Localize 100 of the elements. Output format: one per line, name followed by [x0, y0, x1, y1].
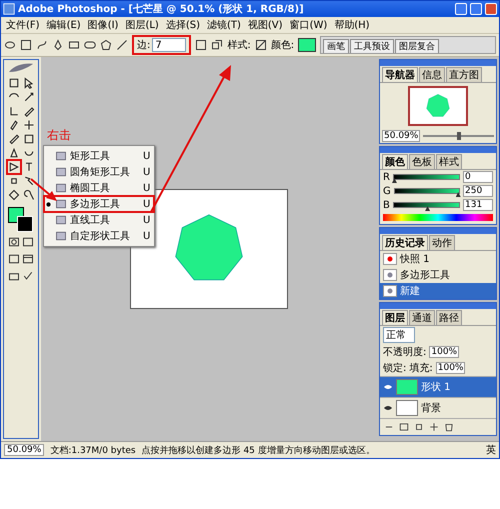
lock-label: 锁定: [383, 362, 406, 375]
menu-item[interactable]: 图像(I) [84, 18, 122, 32]
layer-tool-icon[interactable] [429, 421, 439, 433]
tool-icon[interactable] [22, 119, 34, 131]
color-picker-swatches[interactable] [8, 207, 34, 231]
panel-tab[interactable]: 动作 [429, 235, 455, 250]
pen-icon[interactable] [52, 39, 64, 51]
menu-item[interactable]: 编辑(E) [44, 18, 84, 32]
line-icon[interactable] [116, 39, 128, 51]
panel-tab[interactable]: 导航器 [382, 67, 418, 82]
layer-tool-icon[interactable] [444, 421, 454, 433]
minimize-button[interactable] [455, 3, 467, 15]
polygon-icon[interactable] [100, 39, 112, 51]
panel-tab[interactable]: 历史记录 [382, 235, 428, 250]
channel-label: G [383, 186, 391, 196]
tool-icon[interactable] [22, 77, 34, 89]
shape-layer-icon[interactable] [20, 39, 32, 51]
menu-item[interactable]: 帮助(H) [331, 18, 373, 32]
sides-field[interactable]: 7 [152, 38, 186, 52]
tool-icon[interactable] [8, 147, 20, 159]
channel-slider[interactable] [392, 202, 460, 208]
menu-item[interactable]: 椭圆工具 U [44, 180, 154, 196]
menu-item[interactable]: 窗口(W) [286, 18, 330, 32]
panel-tab[interactable]: 通道 [409, 310, 435, 325]
status-hint: 点按并拖移以创建多边形 45 度增量方向移动图层或选区。 [142, 444, 375, 456]
mask-icon[interactable] [8, 236, 20, 248]
rectangle-icon[interactable] [68, 39, 80, 51]
feather-logo [7, 62, 35, 74]
tool-icon[interactable] [22, 105, 34, 117]
menu-item[interactable]: 滤镜(T) [204, 18, 244, 32]
tool-icon[interactable] [8, 189, 20, 201]
channel-value[interactable]: 131 [463, 199, 493, 211]
menu-item[interactable]: 矩形工具 U [44, 148, 154, 164]
tool-icon[interactable] [22, 91, 34, 103]
layer-tool-icon[interactable] [414, 421, 424, 433]
shape-icon [55, 230, 67, 242]
tool-icon[interactable] [22, 133, 34, 145]
blend-mode-dropdown[interactable]: 正常 [383, 327, 415, 343]
menu-item[interactable]: 选择(S) [162, 18, 203, 32]
ime-mode[interactable]: 英 [486, 443, 496, 457]
menu-item[interactable]: 圆角矩形工具 U [44, 164, 154, 180]
panel-tab[interactable]: 色板 [409, 154, 435, 169]
panel-tab[interactable]: 路径 [436, 310, 462, 325]
path-icon[interactable] [36, 39, 48, 51]
history-item[interactable]: 快照 1 [380, 251, 496, 267]
style-label: 样式: [227, 38, 251, 52]
annotation-text: 右击 [47, 127, 71, 144]
shape-icon [55, 150, 67, 162]
channel-value[interactable]: 250 [463, 185, 493, 197]
menu-item[interactable]: 自定形状工具 U [44, 228, 154, 244]
screen-mode-icon[interactable] [22, 253, 34, 265]
tool-icon[interactable] [22, 175, 34, 187]
panel-tab[interactable]: 直方图 [446, 67, 482, 82]
color-label: 颜色: [270, 38, 294, 52]
shape-icon [55, 182, 67, 194]
subtract-icon[interactable] [211, 39, 224, 51]
layer-row[interactable]: 背景 [380, 397, 496, 418]
panel-tab[interactable]: 图层 [382, 310, 408, 325]
opacity-label: 不透明度: [383, 346, 426, 359]
app-icon [3, 3, 15, 15]
layer-row[interactable]: 形状 1 [380, 376, 496, 397]
channel-slider[interactable] [392, 174, 460, 180]
heptagon-shape [426, 94, 450, 117]
history-thumbnail-icon [383, 269, 397, 281]
maximize-button[interactable] [470, 3, 482, 15]
fill-label: 填充: [409, 362, 433, 375]
tool-icon[interactable] [22, 189, 34, 201]
menu-item[interactable]: 文件(F) [3, 18, 43, 32]
palette-tab[interactable]: 工具预设 [350, 39, 394, 53]
menu-item[interactable]: 多边形工具 U [44, 196, 154, 212]
palette-tab[interactable]: 画笔 [323, 39, 350, 53]
color-spectrum[interactable] [383, 214, 493, 221]
channel-slider[interactable] [394, 188, 460, 194]
opacity-field[interactable]: 100% [429, 346, 460, 358]
palette-tab[interactable]: 图层复合 [395, 39, 440, 53]
menu-item[interactable]: 图层(L) [122, 18, 162, 32]
channel-value[interactable]: 0 [463, 171, 493, 183]
check-icon[interactable] [22, 270, 34, 282]
eye-icon[interactable] [383, 383, 393, 391]
tool-icon[interactable] [8, 161, 20, 173]
screen-mode-icon[interactable] [8, 253, 20, 265]
menu-item[interactable]: 视图(V) [244, 18, 286, 32]
color-swatch[interactable] [298, 38, 316, 52]
fill-field[interactable]: 100% [436, 362, 466, 374]
tool-icon[interactable] [8, 77, 20, 89]
panel-tab[interactable]: 信息 [419, 67, 445, 82]
history-item[interactable]: 多边形工具 [380, 267, 496, 283]
layer-tool-icon[interactable] [399, 421, 409, 433]
close-button[interactable] [485, 3, 497, 15]
panel-tab[interactable]: 颜色 [382, 154, 408, 169]
tool-icon[interactable] [8, 105, 20, 117]
mask-icon[interactable] [22, 236, 34, 248]
tool-icon[interactable] [8, 133, 20, 145]
panel-tab[interactable]: 样式 [436, 154, 462, 169]
zoom-field[interactable]: 50.09% [382, 130, 420, 142]
history-item[interactable]: 新建 [380, 283, 496, 299]
menu-item[interactable]: 直线工具 U [44, 212, 154, 228]
eye-icon[interactable] [383, 404, 393, 412]
no-style-icon[interactable] [254, 39, 267, 51]
tool-icon[interactable] [8, 119, 20, 131]
